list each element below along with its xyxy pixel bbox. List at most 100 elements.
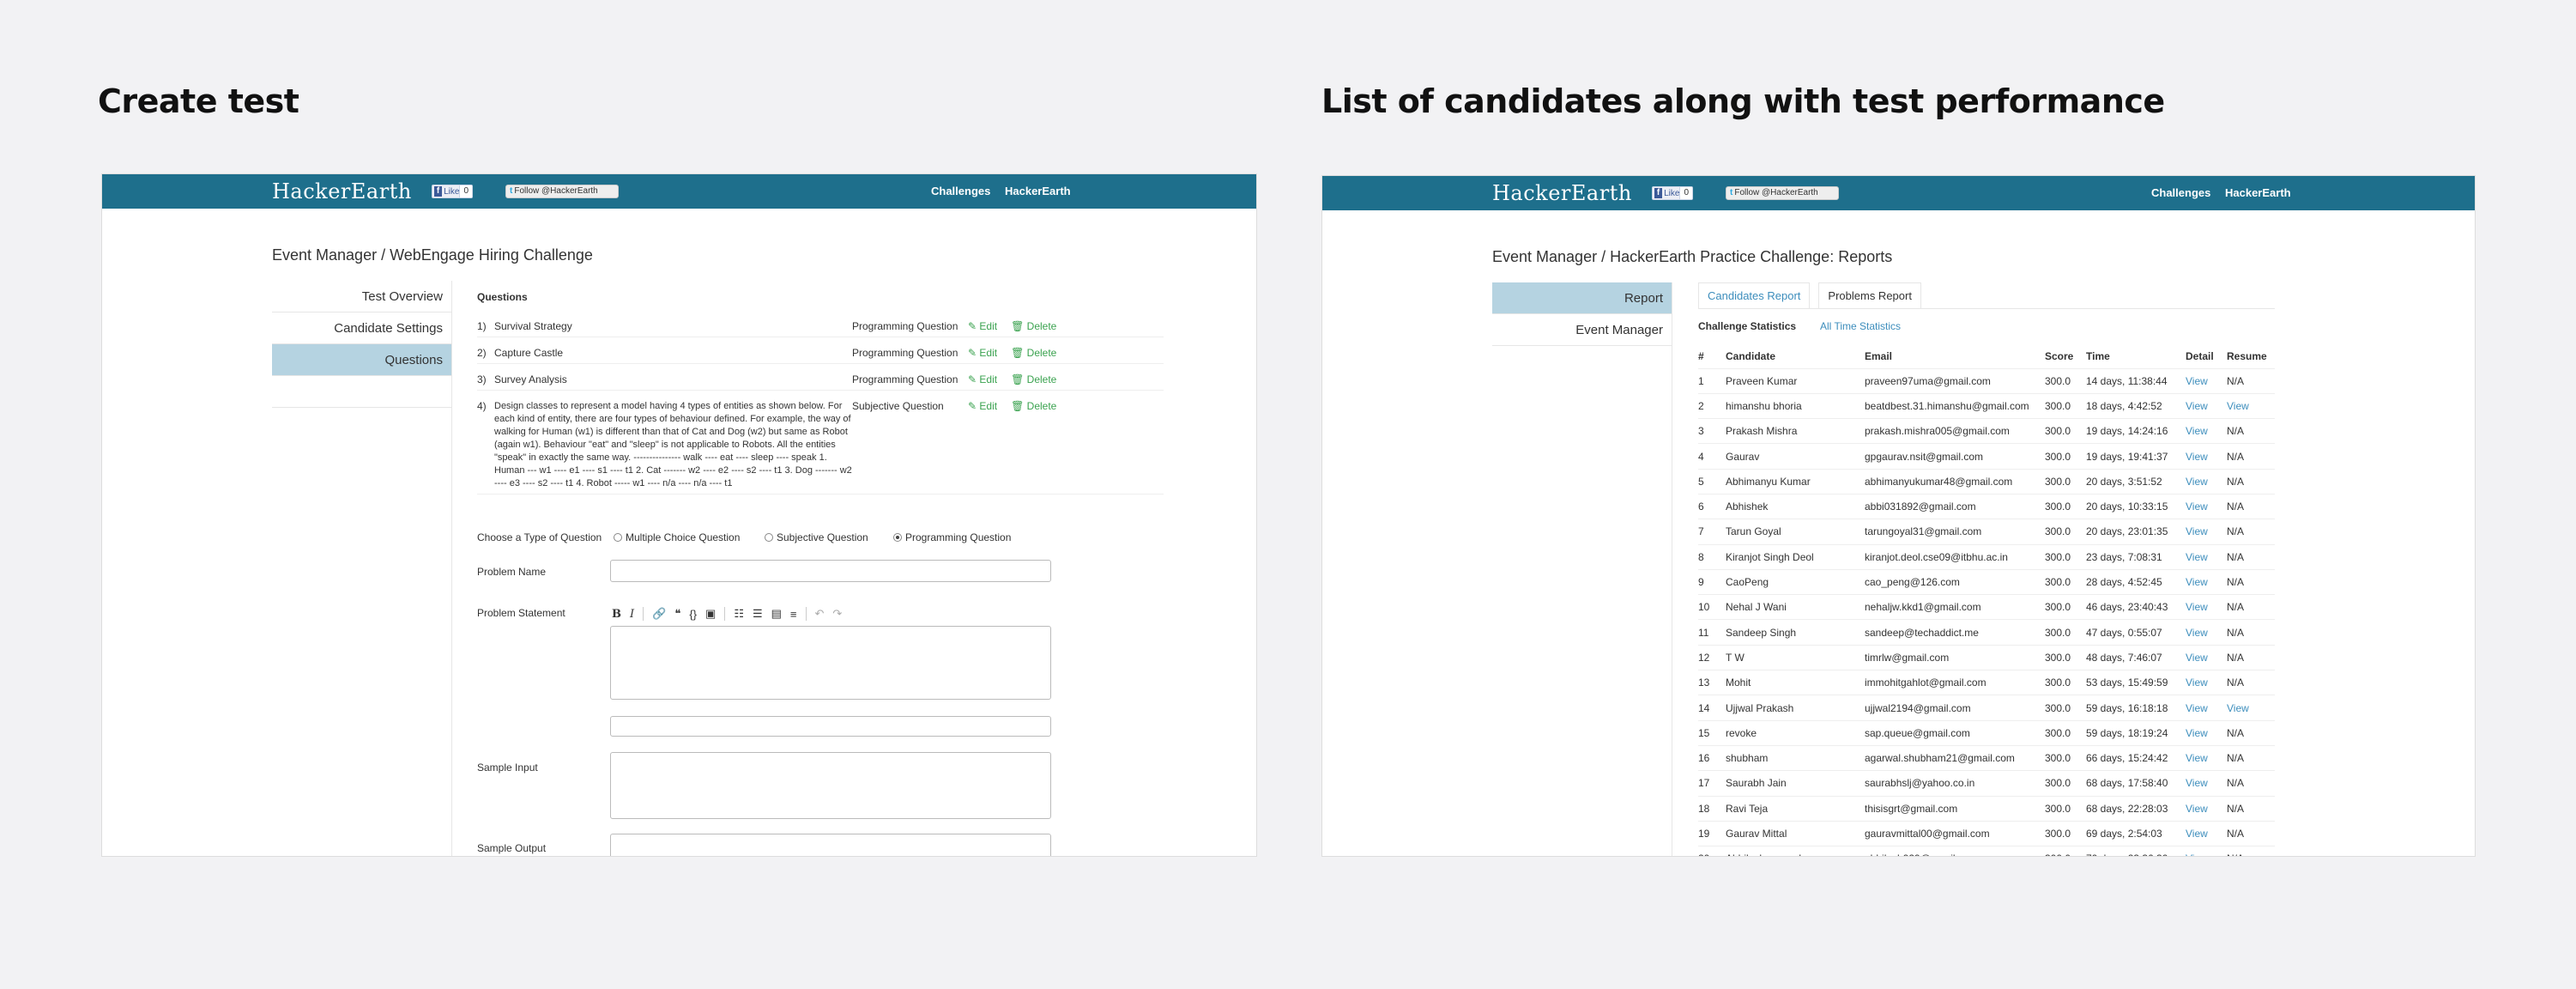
site-header: HackerEarth f Like 0 t Follow @HackerEart… xyxy=(1322,176,2475,210)
resume-link[interactable]: View xyxy=(2227,695,2275,721)
twitter-icon: t xyxy=(510,186,513,196)
delete-link[interactable]: 🗑 Delete xyxy=(1011,347,1063,359)
sidebar-item-questions[interactable]: Questions xyxy=(272,344,451,376)
row-number: 2 xyxy=(1698,393,1726,420)
detail-link[interactable]: View xyxy=(2186,494,2227,520)
score: 300.0 xyxy=(2045,796,2086,822)
detail-link[interactable]: View xyxy=(2186,670,2227,696)
candidate-email: ujjwal2194@gmail.com xyxy=(1865,695,2045,721)
resume-link: N/A xyxy=(2227,544,2275,570)
code-icon[interactable]: {} xyxy=(689,608,697,621)
table-row: 10 Nehal J Wani nehaljw.kkd1@gmail.com 300.… xyxy=(1698,594,2275,621)
detail-link[interactable]: View xyxy=(2186,821,2227,847)
image-icon[interactable]: ▣ xyxy=(705,607,716,621)
problem-statement-preview xyxy=(610,716,1051,737)
sample-output-textarea[interactable] xyxy=(610,834,1051,856)
all-time-statistics-link[interactable]: All Time Statistics xyxy=(1820,320,1901,332)
delete-link[interactable]: 🗑 Delete xyxy=(1011,373,1063,385)
time-taken: 66 days, 15:24:42 xyxy=(2086,745,2186,772)
resume-link: N/A xyxy=(2227,594,2275,621)
nav-challenges[interactable]: Challenges xyxy=(931,185,990,197)
detail-link[interactable]: View xyxy=(2186,796,2227,822)
row-number: 12 xyxy=(1698,645,1726,671)
detail-link[interactable]: View xyxy=(2186,544,2227,570)
sidebar-item-candidate-settings[interactable]: Candidate Settings xyxy=(272,312,451,344)
table-row: 15 revoke sap.queue@gmail.com 300.0 59 days,… xyxy=(1698,720,2275,746)
undo-icon[interactable]: ↶ xyxy=(815,607,825,621)
detail-link[interactable]: View xyxy=(2186,619,2227,646)
table-row: 12 T Wtimrlw@gmail.com 300.0 48 days, 7:46:… xyxy=(1698,645,2275,671)
resume-link[interactable]: View xyxy=(2227,393,2275,420)
candidate-email: sap.queue@gmail.com xyxy=(1865,720,2045,746)
link-icon[interactable]: 🔗 xyxy=(652,607,666,621)
detail-link[interactable]: View xyxy=(2186,770,2227,797)
edit-link[interactable]: ✎ Edit xyxy=(968,347,1004,359)
nav-hackerearth[interactable]: HackerEarth xyxy=(2225,186,2291,199)
brand-logo[interactable]: HackerEarth xyxy=(1492,181,1632,205)
sidebar-item-event-manager[interactable]: Event Manager xyxy=(1492,314,1672,346)
nav-challenges[interactable]: Challenges xyxy=(2151,186,2210,199)
tab-problems-report[interactable]: Problems Report xyxy=(1818,282,1921,308)
bold-icon[interactable]: B xyxy=(612,608,621,621)
candidate-email: gauravmittal00@gmail.com xyxy=(1865,821,2045,847)
tab-candidates-report[interactable]: Candidates Report xyxy=(1698,282,1811,308)
detail-link[interactable]: View xyxy=(2186,720,2227,746)
sidebar-item-report[interactable]: Report xyxy=(1492,282,1672,314)
table-row: 17 Saurabh Jain saurabhslj@yahoo.co.in 300.… xyxy=(1698,770,2275,797)
row-number: 20 xyxy=(1698,846,1726,856)
edit-link[interactable]: ✎ Edit xyxy=(968,373,1004,385)
row-number: 13 xyxy=(1698,670,1726,696)
sample-input-textarea[interactable] xyxy=(610,752,1051,819)
detail-link[interactable]: View xyxy=(2186,695,2227,721)
horizontal-rule-icon[interactable]: ≡ xyxy=(790,608,797,621)
bulleted-list-icon[interactable]: ☰ xyxy=(753,607,763,621)
sidebar-item-test-overview[interactable]: Test Overview xyxy=(272,281,451,312)
redo-icon[interactable]: ↷ xyxy=(832,607,842,621)
radio-programming[interactable]: Programming Question xyxy=(893,531,1011,543)
problem-name-input[interactable] xyxy=(610,560,1051,582)
facebook-like-button[interactable]: f Like 0 xyxy=(432,185,473,198)
resume-link: N/A xyxy=(2227,770,2275,797)
detail-link[interactable]: View xyxy=(2186,443,2227,470)
problem-statement-textarea[interactable] xyxy=(610,626,1051,700)
detail-link[interactable]: View xyxy=(2186,594,2227,621)
twitter-follow-button[interactable]: t Follow @HackerEarth xyxy=(505,185,619,198)
candidate-email: sandeep@techaddict.me xyxy=(1865,619,2045,646)
detail-link[interactable]: View xyxy=(2186,645,2227,671)
candidate-email: immohitgahlot@gmail.com xyxy=(1865,670,2045,696)
sidebar-empty-row xyxy=(272,376,451,408)
radio-multiple-choice[interactable]: Multiple Choice Question xyxy=(614,531,740,543)
candidate-name: Gaurav xyxy=(1726,443,1865,470)
detail-link[interactable]: View xyxy=(2186,745,2227,772)
candidate-name: Kiranjot Singh Deol xyxy=(1726,544,1865,570)
twitter-follow-button[interactable]: t Follow @HackerEarth xyxy=(1726,186,1839,200)
row-number: 16 xyxy=(1698,745,1726,772)
detail-link[interactable]: View xyxy=(2186,393,2227,420)
detail-link[interactable]: View xyxy=(2186,418,2227,445)
challenge-statistics-label: Challenge Statistics xyxy=(1698,320,1797,332)
radio-subjective[interactable]: Subjective Question xyxy=(765,531,868,543)
table-row: 6 Abhishek abbi031892@gmail.com 300.0 20 day… xyxy=(1698,494,2275,520)
detail-link[interactable]: View xyxy=(2186,569,2227,596)
delete-link[interactable]: 🗑 Delete xyxy=(1011,400,1063,412)
facebook-like-button[interactable]: f Like 0 xyxy=(1652,186,1693,200)
heading-icon[interactable]: ▤ xyxy=(771,607,782,621)
detail-link[interactable]: View xyxy=(2186,469,2227,494)
time-taken: 68 days, 17:58:40 xyxy=(2086,770,2186,797)
delete-link[interactable]: 🗑 Delete xyxy=(1011,320,1063,332)
edit-link[interactable]: ✎ Edit xyxy=(968,320,1004,332)
time-taken: 68 days, 22:28:03 xyxy=(2086,796,2186,822)
time-taken: 19 days, 14:24:16 xyxy=(2086,418,2186,445)
quote-icon[interactable]: ❝ xyxy=(674,607,680,621)
numbered-list-icon[interactable]: ☷ xyxy=(734,607,744,621)
brand-logo[interactable]: HackerEarth xyxy=(272,179,412,203)
table-row: 1 Praveen Kumar praveen97uma@gmail.com 300.… xyxy=(1698,368,2275,394)
detail-link[interactable]: View xyxy=(2186,368,2227,394)
nav-hackerearth[interactable]: HackerEarth xyxy=(1005,185,1071,197)
detail-link[interactable]: View xyxy=(2186,519,2227,545)
detail-link[interactable]: View xyxy=(2186,846,2227,856)
candidate-email: timrlw@gmail.com xyxy=(1865,645,2045,671)
resume-link: N/A xyxy=(2227,745,2275,772)
edit-link[interactable]: ✎ Edit xyxy=(968,400,1004,412)
italic-icon[interactable]: I xyxy=(630,608,634,621)
